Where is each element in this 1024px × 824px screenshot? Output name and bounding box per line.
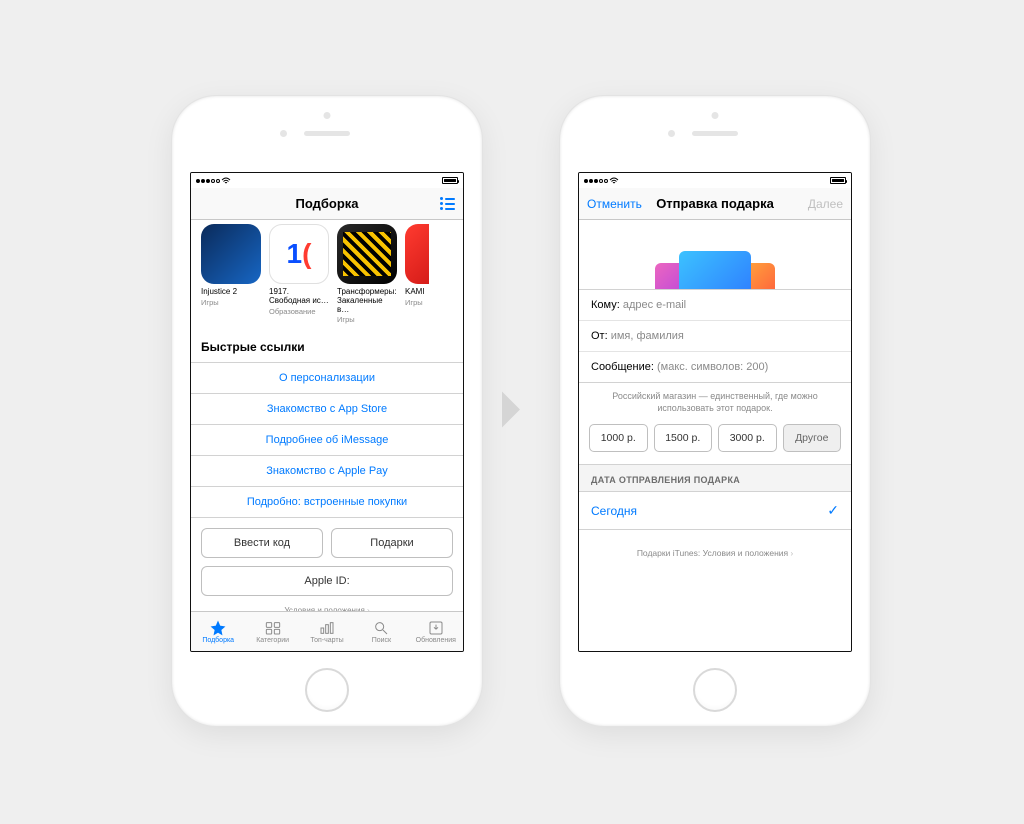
nav-title: Отправка подарка [656, 196, 774, 211]
featured-row[interactable]: Injustice 2 Игры 1( 1917. Свободная ис… … [191, 220, 463, 330]
app-icon [201, 224, 261, 284]
speaker [304, 131, 350, 136]
tab-label: Топ-чарты [310, 637, 343, 644]
phone-right: Отменить Отправка подарка Далее Кому: ад… [560, 96, 870, 726]
apple-id-button[interactable]: Apple ID: [201, 566, 453, 596]
tab-charts[interactable]: Топ-чарты [300, 612, 354, 651]
tab-label: Поиск [372, 637, 391, 644]
content-2: Кому: адрес e-mail От: имя, фамилия Сооб… [579, 220, 851, 651]
form-section: Кому: адрес e-mail От: имя, фамилия Сооб… [579, 290, 851, 383]
amount-button[interactable]: 3000 р. [718, 424, 777, 452]
grid-icon [264, 620, 282, 636]
app-category: Игры [337, 315, 397, 324]
quick-links-title: Быстрые ссылки [191, 330, 463, 362]
camera [280, 130, 287, 137]
tab-label: Категории [256, 637, 289, 644]
terms-link[interactable]: Условия и положения › [191, 596, 463, 611]
tab-search[interactable]: Поиск [354, 612, 408, 651]
signal-icon [584, 177, 619, 185]
content-1: Injustice 2 Игры 1( 1917. Свободная ис… … [191, 220, 463, 611]
tab-bar: Подборка Категории Топ-чарты Поиск Обнов… [191, 611, 463, 651]
store-note: Российский магазин — единственный, где м… [579, 383, 851, 424]
to-field[interactable]: Кому: адрес e-mail [579, 290, 851, 320]
quick-links: О персонализации Знакомство с App Store … [191, 362, 463, 518]
amount-row: 1000 р. 1500 р. 3000 р. Другое [579, 424, 851, 464]
tab-label: Подборка [202, 637, 234, 644]
app-name: Трансформеры: Закаленные в… [337, 288, 397, 314]
featured-app[interactable]: Injustice 2 Игры [201, 224, 261, 324]
featured-app[interactable]: 1( 1917. Свободная ис… Образование [269, 224, 329, 324]
message-field[interactable]: Сообщение: (макс. символов: 200) [579, 351, 851, 382]
gift-card-icon [679, 251, 751, 290]
quick-link[interactable]: О персонализации [191, 362, 463, 393]
status-bar [579, 173, 851, 188]
camera [668, 130, 675, 137]
nav-bar: Отменить Отправка подарка Далее [579, 188, 851, 220]
cancel-button[interactable]: Отменить [579, 188, 650, 219]
app-icon [405, 224, 429, 284]
next-button[interactable]: Далее [800, 188, 851, 219]
amount-button[interactable]: 1000 р. [589, 424, 648, 452]
app-category: Игры [405, 298, 429, 307]
app-name: KAMI [405, 288, 429, 297]
sensor [324, 112, 331, 119]
sensor [712, 112, 719, 119]
app-icon: 1( [269, 224, 329, 284]
home-button[interactable] [693, 668, 737, 712]
screen-1: Подборка Injustice 2 Игры 1( 1917. [190, 172, 464, 652]
screen-2: Отменить Отправка подарка Далее Кому: ад… [578, 172, 852, 652]
chevron-right-icon: › [791, 549, 794, 558]
status-bar [191, 173, 463, 188]
quick-link[interactable]: Подробнее об iMessage [191, 424, 463, 455]
arrow-icon [498, 388, 526, 437]
battery-icon [442, 177, 458, 184]
phone-left: Подборка Injustice 2 Игры 1( 1917. [172, 96, 482, 726]
signal-icon [196, 177, 231, 185]
date-header: ДАТА ОТПРАВЛЕНИЯ ПОДАРКА [579, 464, 851, 492]
date-choice-label: Сегодня [591, 504, 637, 518]
checkmark-icon: ✓ [827, 502, 839, 519]
app-name: 1917. Свободная ис… [269, 288, 329, 306]
app-category: Образование [269, 307, 329, 316]
app-name: Injustice 2 [201, 288, 261, 297]
tab-featured[interactable]: Подборка [191, 612, 245, 651]
search-icon [372, 620, 390, 636]
view-mode-button[interactable] [432, 188, 463, 219]
quick-link[interactable]: Знакомство с Apple Pay [191, 455, 463, 486]
gifts-button[interactable]: Подарки [331, 528, 453, 558]
chart-icon [318, 620, 336, 636]
wifi-icon [221, 177, 231, 185]
quick-link[interactable]: Подробно: встроенные покупки [191, 486, 463, 518]
date-choice[interactable]: Сегодня ✓ [579, 492, 851, 530]
app-category: Игры [201, 298, 261, 307]
terms-link[interactable]: Подарки iTunes: Условия и положения › [579, 530, 851, 576]
speaker [692, 131, 738, 136]
home-button[interactable] [305, 668, 349, 712]
star-icon [209, 620, 227, 636]
nav-title: Подборка [295, 196, 358, 211]
from-field[interactable]: От: имя, фамилия [579, 320, 851, 351]
tab-categories[interactable]: Категории [245, 612, 299, 651]
download-icon [427, 620, 445, 636]
tab-label: Обновления [416, 637, 456, 644]
amount-button[interactable]: 1500 р. [654, 424, 713, 452]
amount-other-button[interactable]: Другое [783, 424, 842, 452]
wifi-icon [609, 177, 619, 185]
featured-app[interactable]: KAMI Игры [405, 224, 429, 324]
button-row: Ввести код Подарки [191, 518, 463, 558]
gift-card-art [579, 220, 851, 290]
list-icon [440, 197, 455, 210]
battery-icon [830, 177, 846, 184]
featured-app[interactable]: Трансформеры: Закаленные в… Игры [337, 224, 397, 324]
nav-bar: Подборка [191, 188, 463, 220]
redeem-button[interactable]: Ввести код [201, 528, 323, 558]
app-icon [337, 224, 397, 284]
quick-link[interactable]: Знакомство с App Store [191, 393, 463, 424]
tab-updates[interactable]: Обновления [409, 612, 463, 651]
